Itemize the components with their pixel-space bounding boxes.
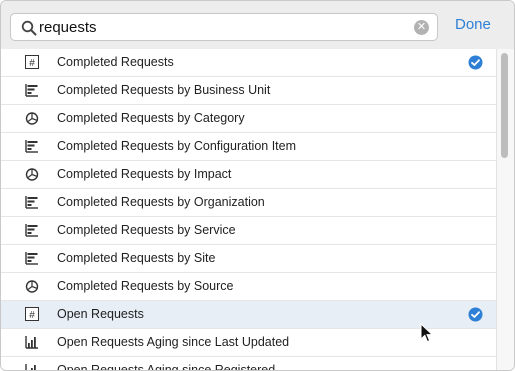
list-item[interactable]: Completed Requests by Business Unit: [1, 77, 496, 105]
search-input[interactable]: [39, 15, 409, 39]
column-chart-icon: [25, 335, 39, 349]
pie-chart-icon: [25, 279, 39, 293]
pie-chart-icon: [25, 167, 39, 181]
search-bar: ✕ Done: [1, 1, 514, 50]
search-icon: [21, 20, 37, 36]
list-item[interactable]: Completed Requests by Service: [1, 217, 496, 245]
list-item[interactable]: Completed Requests by Organization: [1, 189, 496, 217]
mouse-pointer-icon: [420, 323, 434, 343]
list-item[interactable]: Completed Requests by Site: [1, 245, 496, 273]
list-item-label: Completed Requests by Source: [57, 279, 234, 293]
list-item-label: Completed Requests by Site: [57, 251, 216, 265]
checkmark-icon: [468, 55, 483, 70]
list-item[interactable]: Open Requests Aging since Registered: [1, 357, 496, 371]
list-item-label: Completed Requests by Business Unit: [57, 83, 271, 97]
search-field[interactable]: ✕: [10, 13, 438, 41]
list-item-label: Completed Requests by Organization: [57, 195, 265, 209]
bar-chart-icon: [25, 139, 39, 153]
list-item-label: Completed Requests by Category: [57, 111, 245, 125]
bar-chart-icon: [25, 195, 39, 209]
list-item-label: Completed Requests by Configuration Item: [57, 139, 297, 153]
number-icon: #: [25, 55, 39, 69]
list-item-label: Completed Requests by Impact: [57, 167, 232, 181]
widget-picker-panel: ✕ Done # Completed Requests Completed Requ…: [0, 0, 515, 371]
list-item-label: Open Requests: [57, 307, 144, 321]
pie-chart-icon: [25, 111, 39, 125]
bar-chart-icon: [25, 251, 39, 265]
list-item[interactable]: Completed Requests by Configuration Item: [1, 133, 496, 161]
scrollbar-thumb[interactable]: [501, 53, 508, 158]
list-item-label: Completed Requests by Service: [57, 223, 236, 237]
clear-icon[interactable]: ✕: [414, 20, 429, 35]
list-item[interactable]: Completed Requests by Source: [1, 273, 496, 301]
bar-chart-icon: [25, 83, 39, 97]
svg-text:#: #: [29, 310, 35, 321]
checkmark-icon: [468, 307, 483, 322]
svg-text:#: #: [29, 58, 35, 69]
number-icon: #: [25, 307, 39, 321]
list-item-label: Completed Requests: [57, 55, 174, 69]
column-chart-icon: [25, 363, 39, 370]
list-item[interactable]: # Completed Requests: [1, 49, 496, 77]
scrollbar[interactable]: [496, 49, 514, 370]
done-button[interactable]: Done: [455, 16, 491, 33]
list-item-label: Open Requests Aging since Last Updated: [57, 335, 290, 349]
list-item[interactable]: Completed Requests by Impact: [1, 161, 496, 189]
list-item-label: Open Requests Aging since Registered: [57, 363, 276, 371]
list-item[interactable]: Completed Requests by Category: [1, 105, 496, 133]
bar-chart-icon: [25, 223, 39, 237]
